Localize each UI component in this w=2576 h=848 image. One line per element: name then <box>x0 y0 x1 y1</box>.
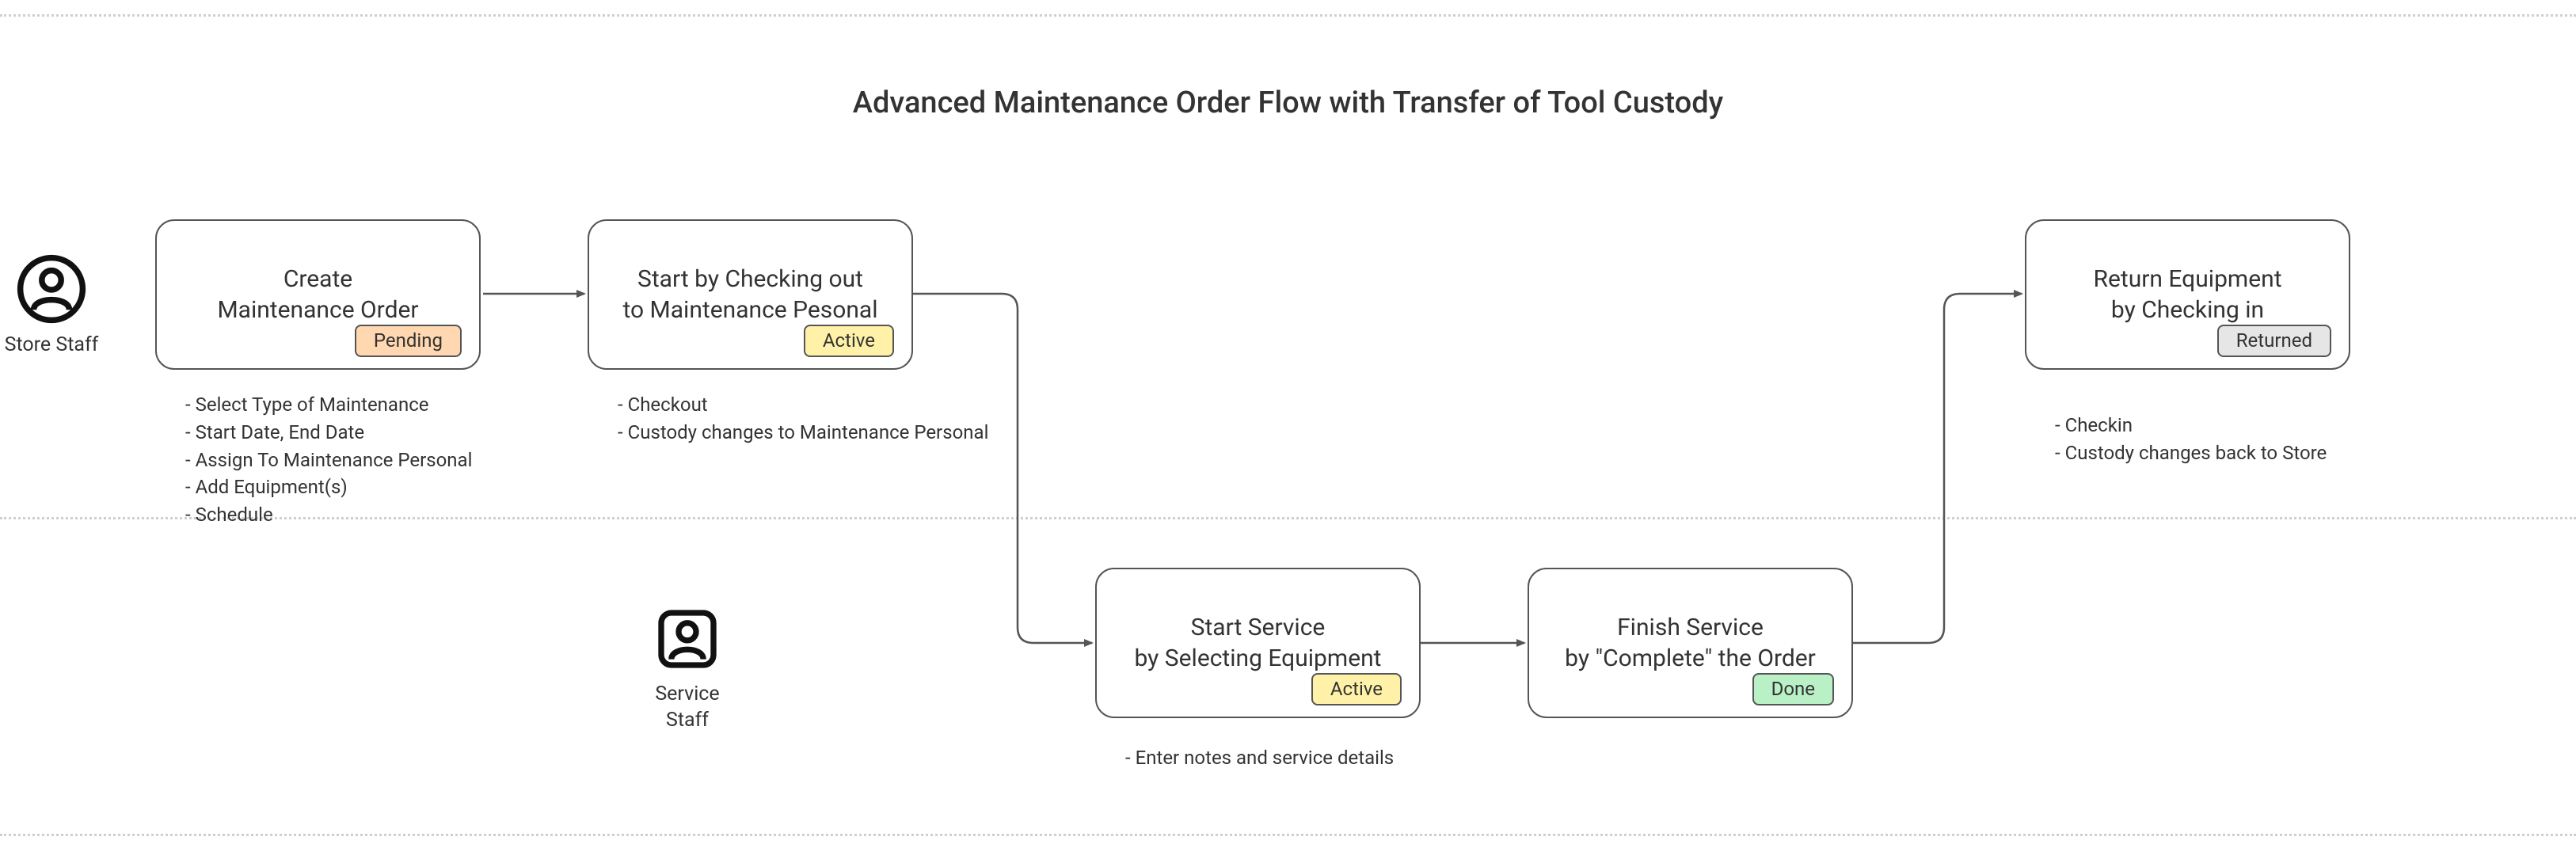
node-line1: Finish Service <box>1617 614 1764 641</box>
person-badge-icon <box>653 604 722 674</box>
node-checkout: Start by Checking out to Maintenance Pes… <box>588 219 913 370</box>
node-line2: by Checking in <box>2111 296 2264 324</box>
status-badge-active: Active <box>804 325 894 357</box>
node-create-order: Create Maintenance Order Pending <box>155 219 481 370</box>
status-badge-active: Active <box>1311 673 1402 705</box>
node-text: Return Equipment by Checking in <box>2093 264 2281 325</box>
notes-startservice: - Enter notes and service details <box>1125 744 1394 772</box>
status-badge-returned: Returned <box>2217 325 2331 357</box>
separator-bottom <box>0 834 2576 836</box>
actor-store-staff: Store Staff <box>0 253 107 359</box>
notes-create: - Select Type of Maintenance - Start Dat… <box>185 391 472 529</box>
person-icon <box>16 253 87 325</box>
node-line2: by "Complete" the Order <box>1565 645 1816 672</box>
node-text: Start by Checking out to Maintenance Pes… <box>622 264 877 325</box>
notes-checkout: - Checkout - Custody changes to Maintena… <box>618 391 988 447</box>
diagram-title: Advanced Maintenance Order Flow with Tra… <box>0 86 2576 120</box>
node-line2: by Selecting Equipment <box>1134 645 1381 672</box>
node-text: Create Maintenance Order <box>217 264 418 325</box>
status-badge-done: Done <box>1752 673 1834 705</box>
node-line1: Create <box>283 265 352 293</box>
node-line1: Start Service <box>1191 614 1326 641</box>
node-start-service: Start Service by Selecting Equipment Act… <box>1095 568 1421 718</box>
node-return-equipment: Return Equipment by Checking in Returned <box>2025 219 2350 370</box>
node-finish-service: Finish Service by "Complete" the Order D… <box>1528 568 1853 718</box>
node-line2: Maintenance Order <box>217 296 418 324</box>
arrow-checkout-to-startservice <box>913 294 1092 643</box>
node-line2: to Maintenance Pesonal <box>622 296 877 324</box>
node-text: Start Service by Selecting Equipment <box>1134 612 1381 674</box>
node-line1: Start by Checking out <box>637 265 863 293</box>
status-badge-pending: Pending <box>355 325 462 357</box>
actor-service-label: Service Staff <box>632 682 743 733</box>
notes-return: - Checkin - Custody changes back to Stor… <box>2055 412 2327 467</box>
arrow-finish-to-return <box>1853 294 2022 643</box>
separator-top <box>0 14 2576 17</box>
node-text: Finish Service by "Complete" the Order <box>1565 612 1816 674</box>
actor-store-label: Store Staff <box>0 333 107 359</box>
actor-service-staff: Service Staff <box>632 604 743 733</box>
node-line1: Return Equipment <box>2093 265 2281 293</box>
